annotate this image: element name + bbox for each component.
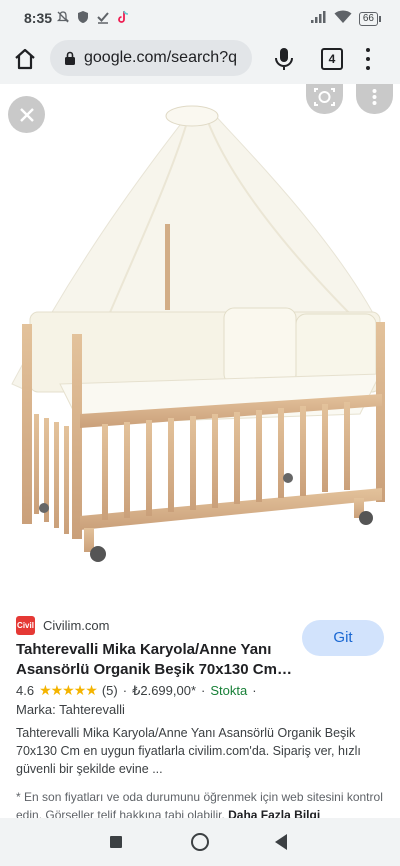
- tabs-icon[interactable]: 4: [321, 48, 343, 70]
- url-text: google.com/search?q: [84, 49, 237, 66]
- separator: ·: [201, 683, 206, 698]
- check-icon: [96, 10, 110, 24]
- wifi-icon: [334, 10, 352, 28]
- result-title[interactable]: Tahterevalli Mika Karyola/Anne Yanı Asan…: [16, 640, 296, 680]
- address-bar[interactable]: google.com/search?q: [50, 40, 252, 76]
- product-image[interactable]: [0, 84, 400, 602]
- recents-button[interactable]: [110, 836, 122, 848]
- system-nav-bar: [0, 818, 400, 866]
- mic-icon[interactable]: [272, 46, 296, 72]
- menu-icon[interactable]: [365, 48, 371, 70]
- close-icon[interactable]: [8, 96, 45, 133]
- rating-row: 4.6 ★★★★★ (5) · ₺2.699,00* · Stokta ·: [16, 682, 257, 699]
- more-icon[interactable]: [356, 84, 393, 114]
- visit-button[interactable]: Git: [302, 620, 384, 656]
- lens-icon[interactable]: [306, 84, 343, 114]
- home-icon[interactable]: [12, 46, 38, 72]
- battery-icon: 66: [358, 12, 382, 26]
- review-count: (5): [101, 683, 118, 698]
- signal-icon: [310, 10, 327, 28]
- rating-value: 4.6: [16, 683, 35, 698]
- source-row[interactable]: Civil Civilim.com: [16, 616, 109, 635]
- source-name: Civilim.com: [43, 618, 110, 633]
- status-left-icons: [56, 10, 130, 24]
- crib-illustration: [11, 105, 385, 562]
- separator: ·: [122, 683, 128, 698]
- lock-icon: [64, 51, 76, 65]
- price: ₺2.699,00*: [132, 682, 197, 698]
- back-button[interactable]: [275, 834, 287, 850]
- stock-status: Stokta: [210, 683, 248, 698]
- status-bar: 8:35 66: [0, 0, 400, 36]
- rating-stars: ★★★★★: [39, 682, 98, 698]
- separator: ·: [252, 683, 257, 698]
- brand-label: Marka: Tahterevalli: [16, 702, 125, 717]
- shield-icon: [76, 10, 90, 24]
- result-description: Tahterevalli Mika Karyola/Anne Yanı Asan…: [16, 726, 361, 776]
- site-favicon: Civil: [16, 616, 35, 635]
- status-right-icons: 66: [310, 10, 382, 28]
- status-time: 8:35: [24, 10, 53, 26]
- home-button[interactable]: [191, 833, 209, 851]
- mute-icon: [56, 10, 70, 24]
- tiktok-icon: [116, 10, 130, 24]
- browser-toolbar: google.com/search?q 4: [0, 36, 400, 84]
